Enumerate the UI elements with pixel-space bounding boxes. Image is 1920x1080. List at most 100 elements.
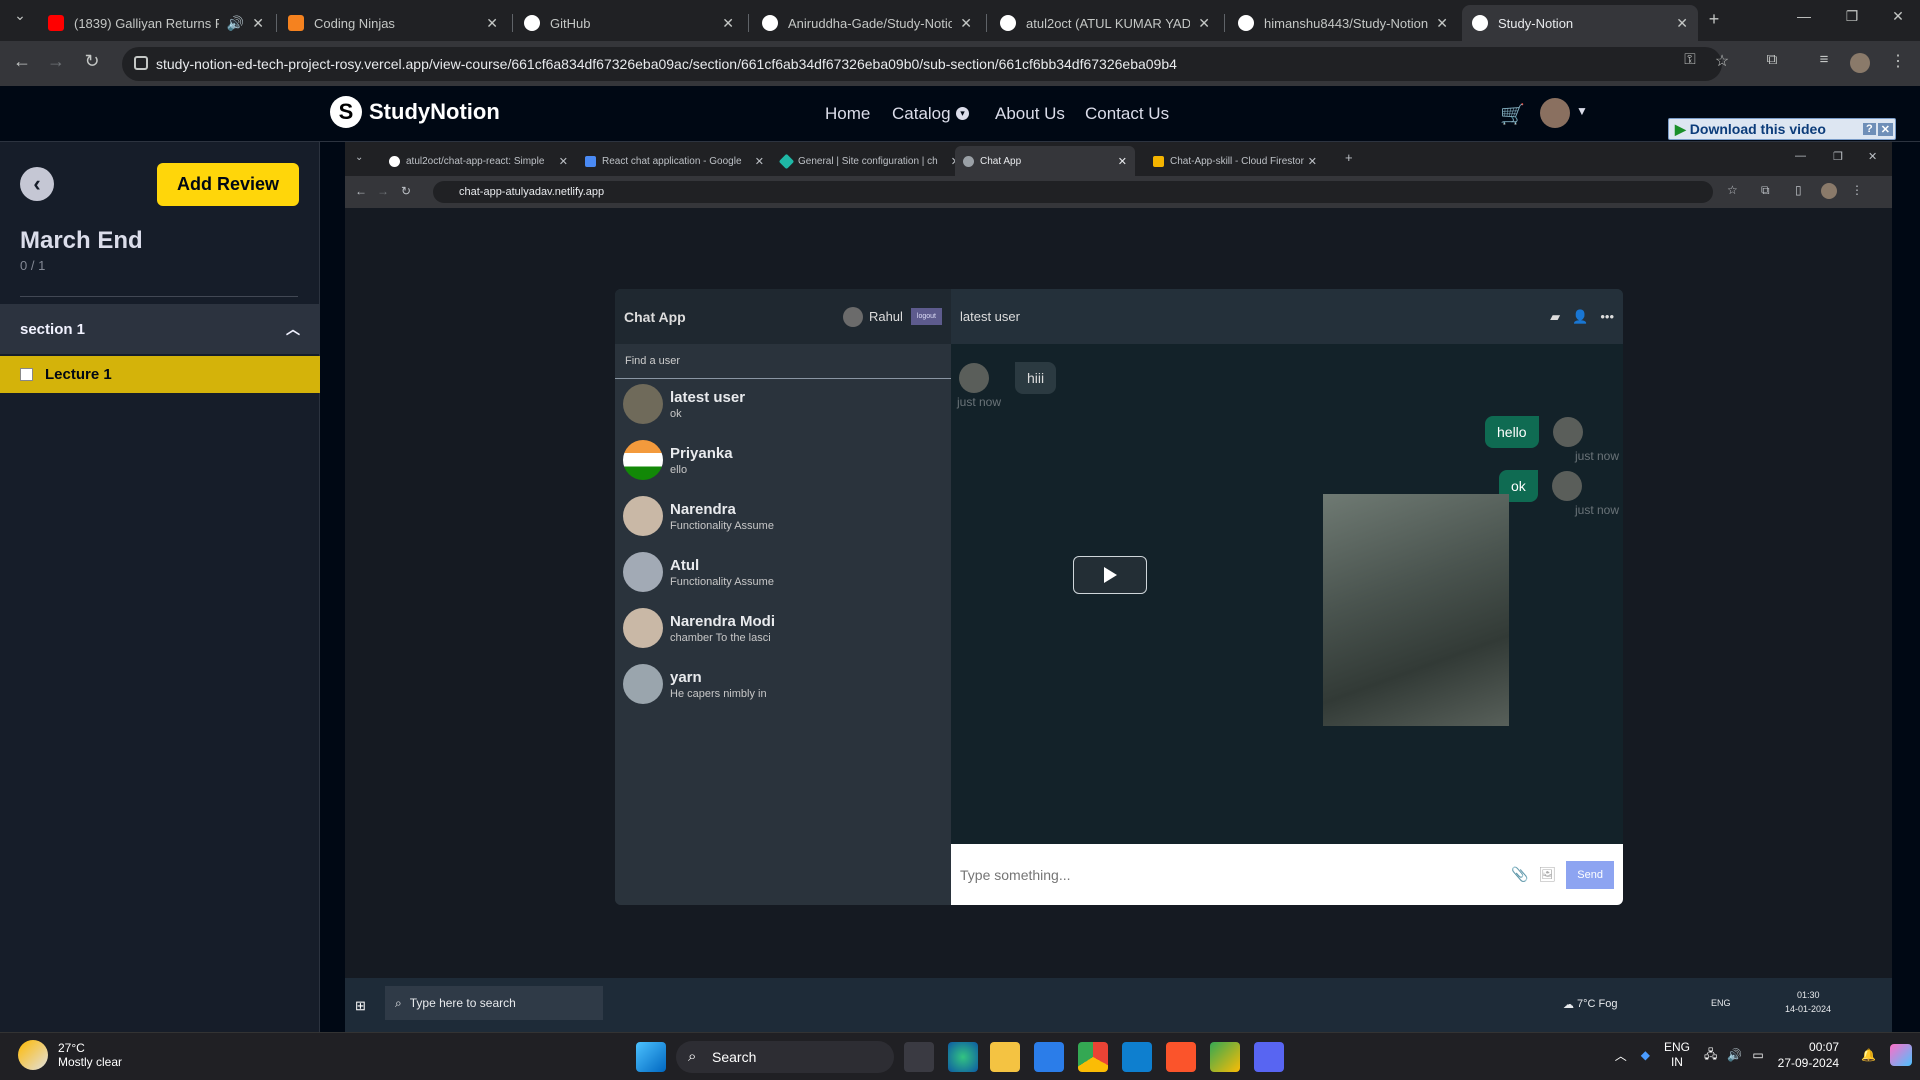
browser-tab-youtube[interactable]: (1839) Galliyan Returns Full 🔊 ✕ xyxy=(38,5,274,41)
windows-start-icon[interactable] xyxy=(636,1042,666,1072)
catalog-chevron-icon[interactable]: ▾ xyxy=(956,107,969,120)
new-tab-icon[interactable]: + xyxy=(1702,9,1726,30)
task-view-icon[interactable] xyxy=(904,1042,934,1072)
tab-title: Aniruddha-Gade/Study-Notion xyxy=(788,15,953,31)
add-review-button[interactable]: Add Review xyxy=(157,163,299,206)
minimize-icon[interactable]: — xyxy=(1792,8,1816,24)
file-explorer-icon[interactable] xyxy=(990,1042,1020,1072)
speaker-icon[interactable]: 🔊 xyxy=(227,15,244,32)
language-indicator[interactable]: ENG IN xyxy=(1664,1040,1690,1070)
discord-icon[interactable] xyxy=(1254,1042,1284,1072)
chat-info-bar: latest user ▰ 👤 ••• xyxy=(951,289,1623,344)
nav-contact[interactable]: Contact Us xyxy=(1085,104,1169,124)
extensions-icon[interactable]: ⧉ xyxy=(1760,51,1784,68)
lecture-item[interactable]: Lecture 1 xyxy=(0,356,320,393)
edge-icon[interactable] xyxy=(948,1042,978,1072)
user-chat-item: Priyanka ello xyxy=(615,437,951,483)
video-tab: General | Site configuration | ch✕ xyxy=(773,146,968,176)
section-header[interactable]: section 1 ︿ xyxy=(0,304,320,354)
brave-icon[interactable] xyxy=(1166,1042,1196,1072)
close-tab-icon[interactable]: ✕ xyxy=(1436,15,1448,32)
help-icon[interactable]: ? xyxy=(1863,123,1876,135)
region-code: IN xyxy=(1670,1055,1683,1069)
store-icon[interactable] xyxy=(1034,1042,1064,1072)
window-close-icon[interactable]: ✕ xyxy=(1886,8,1910,25)
close-tab-icon[interactable]: ✕ xyxy=(486,15,498,32)
nav-about[interactable]: About Us xyxy=(995,104,1065,124)
firebase-icon xyxy=(1153,155,1164,167)
restore-icon[interactable]: ❐ xyxy=(1840,8,1864,25)
video-player[interactable]: ⌄ atul2oct/chat-app-react: Simple ✕ React… xyxy=(345,142,1892,1032)
nav-home[interactable]: Home xyxy=(825,104,870,124)
close-tab-icon[interactable]: ✕ xyxy=(722,15,734,32)
password-key-icon[interactable]: ⚿ xyxy=(1678,51,1702,68)
close-tab-icon[interactable]: ✕ xyxy=(1198,15,1210,32)
bookmark-star-icon[interactable]: ☆ xyxy=(1710,51,1734,71)
clock[interactable]: 00:07 27-09-2024 xyxy=(1778,1039,1839,1071)
user-avatar[interactable] xyxy=(1540,98,1570,128)
browser-tab-github[interactable]: GitHub ✕ xyxy=(514,5,744,41)
media-control-icon[interactable]: ≡ xyxy=(1812,51,1836,68)
tab-search-icon[interactable]: ⌄ xyxy=(8,7,32,24)
video-tab-title: atul2oct/chat-app-react: Simple xyxy=(406,155,545,167)
browser-menu-icon[interactable]: ⋮ xyxy=(1886,51,1910,71)
messages-panel: hiii just now hello just now ok just now xyxy=(951,344,1623,844)
download-video-bar[interactable]: ▶ Download this video ? ✕ xyxy=(1668,118,1896,140)
volume-icon[interactable]: 🔊 xyxy=(1727,1048,1742,1062)
chat-main: latest user ▰ 👤 ••• hiii just now hello xyxy=(951,289,1623,905)
back-button[interactable]: ‹ xyxy=(20,167,54,201)
weather-icon xyxy=(18,1040,48,1070)
profile-avatar[interactable] xyxy=(1850,53,1870,73)
app-navbar: S StudyNotion Home Catalog ▾ About Us Co… xyxy=(0,86,1920,142)
video-weather-text: 7°C Fog xyxy=(1577,998,1618,1010)
battery-icon[interactable]: ▭ xyxy=(1752,1048,1763,1062)
user-menu-chevron-icon[interactable]: ▼ xyxy=(1576,104,1588,118)
message-outgoing: hello xyxy=(1485,416,1583,448)
browser-tab-himanshu[interactable]: himanshu8443/Study-Notion-m ✕ xyxy=(1228,5,1458,41)
app-icon[interactable] xyxy=(1210,1042,1240,1072)
chrome-icon[interactable] xyxy=(1078,1042,1108,1072)
avatar xyxy=(623,608,663,648)
message-time: just now xyxy=(1575,449,1620,463)
network-icon[interactable]: 🖧 xyxy=(1704,1045,1717,1066)
video-new-tab-icon: + xyxy=(1345,150,1353,165)
message-time: just now xyxy=(1575,503,1620,517)
browser-tab-coding-ninjas[interactable]: Coding Ninjas ✕ xyxy=(278,5,508,41)
forward-icon[interactable]: → xyxy=(44,51,68,72)
taskbar-search[interactable]: ⌕ Search xyxy=(676,1041,894,1073)
nav-catalog[interactable]: Catalog xyxy=(892,104,951,124)
notification-bell-icon[interactable]: 🔔 xyxy=(1861,1048,1876,1062)
reload-icon[interactable]: ↻ xyxy=(80,51,104,72)
play-button[interactable] xyxy=(1073,556,1147,594)
browser-tab-study-notion[interactable]: Study-Notion ✕ xyxy=(1462,5,1698,41)
site-info-icon[interactable] xyxy=(134,56,148,70)
browser-tab-atul2oct[interactable]: atul2oct (ATUL KUMAR YADAV) ✕ xyxy=(990,5,1220,41)
studynotion-logo[interactable]: S StudyNotion xyxy=(330,96,500,128)
video-tab-title: Chat-App-skill - Cloud Firestore xyxy=(1170,155,1304,167)
close-download-icon[interactable]: ✕ xyxy=(1877,122,1893,136)
user-name: Narendra xyxy=(670,500,736,518)
weather-widget[interactable]: 27°C Mostly clear xyxy=(18,1040,122,1070)
video-tab-chat-app: Chat App ✕ xyxy=(955,146,1135,176)
close-tab-icon[interactable]: ✕ xyxy=(1676,15,1688,32)
video-url-field: chat-app-atulyadav.netlify.app xyxy=(433,181,1713,203)
url-field[interactable]: study-notion-ed-tech-project-rosy.vercel… xyxy=(122,47,1722,81)
chevron-up-icon[interactable]: ︿ xyxy=(286,319,300,339)
user-name: latest user xyxy=(670,388,746,406)
copilot-icon[interactable] xyxy=(1890,1044,1912,1066)
cart-icon[interactable]: 🛒 xyxy=(1500,102,1525,127)
chevron-up-icon[interactable]: ︿ xyxy=(1615,1047,1627,1064)
close-tab-icon[interactable]: ✕ xyxy=(960,15,972,32)
lecture-checkbox[interactable] xyxy=(20,368,33,381)
tray-app-icon[interactable]: ◆ xyxy=(1641,1048,1650,1062)
avatar xyxy=(1551,471,1582,501)
image-icon: 🖼 xyxy=(1538,866,1557,882)
section-title: section 1 xyxy=(20,320,86,338)
user-name: yarn xyxy=(670,668,702,686)
browser-tab-aniruddha[interactable]: Aniruddha-Gade/Study-Notion ✕ xyxy=(752,5,982,41)
back-icon[interactable]: ← xyxy=(10,51,34,72)
user-chat-item: Narendra Modi chamber To the lasci xyxy=(615,605,951,651)
chat-app-window: Chat App Rahul logout Find a user latest… xyxy=(615,289,1623,905)
vscode-icon[interactable] xyxy=(1122,1042,1152,1072)
close-tab-icon[interactable]: ✕ xyxy=(252,15,264,32)
